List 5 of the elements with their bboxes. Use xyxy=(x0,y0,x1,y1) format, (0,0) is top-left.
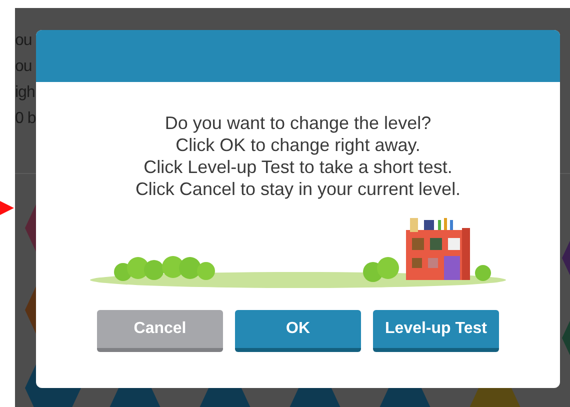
dialog-button[interactable]: OK xyxy=(235,310,361,352)
dialog-button[interactable]: Level-up Test xyxy=(373,310,499,352)
dialog-message: Do you want to change the level? Click OK to change right away. Click Level-up Test to take a short test. Click Cancel to stay in your current level. xyxy=(134,112,462,200)
pointer-arrow-icon xyxy=(0,201,14,215)
dialog-button[interactable]: Cancel xyxy=(97,310,223,352)
